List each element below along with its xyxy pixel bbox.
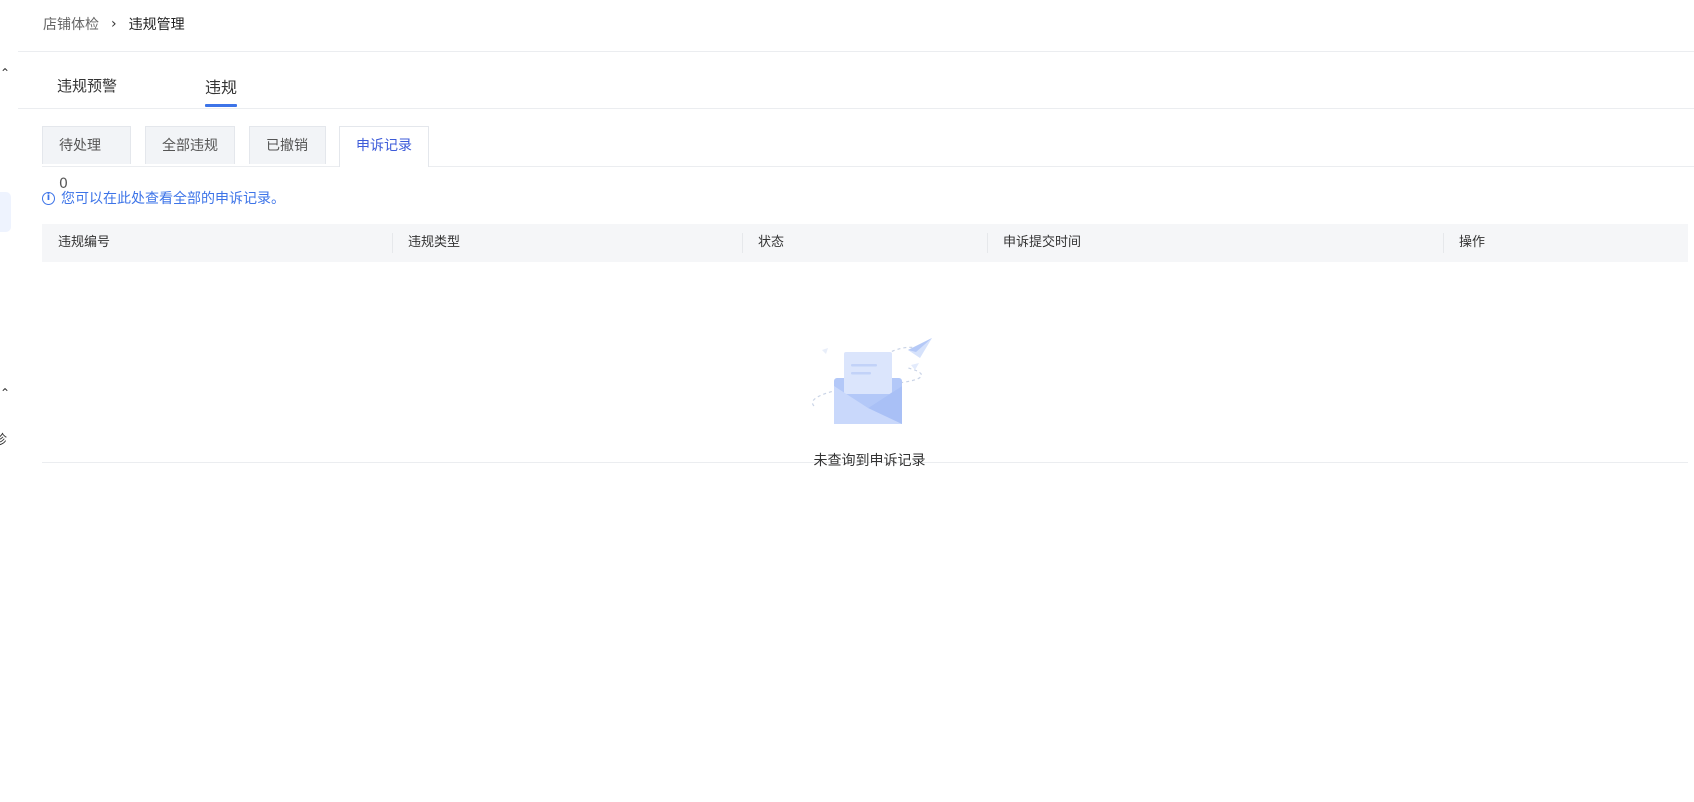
subtab-all-violations[interactable]: 全部违规 xyxy=(145,126,235,164)
tab-violation[interactable]: 违规 xyxy=(205,74,238,107)
column-header-submit-time: 申诉提交时间 xyxy=(987,224,1443,262)
main-tabs: 违规预警 违规 xyxy=(18,52,1694,109)
column-header-status: 状态 xyxy=(742,224,987,262)
column-header-violation-id: 违规编号 xyxy=(58,235,111,250)
appeal-records-table: 违规编号 违规类型 状态 申诉提交时间 操作 未查询到申诉记录 xyxy=(42,224,1688,469)
notice-text: 您可以在此处查看全部的申诉记录。 xyxy=(61,191,285,207)
empty-mail-illustration xyxy=(811,338,932,424)
breadcrumb-current: 违规管理 xyxy=(128,17,185,33)
sidebar-item-label[interactable]: 诊 xyxy=(0,429,7,448)
info-icon: i xyxy=(42,191,55,205)
column-header-violation-type: 违规类型 xyxy=(392,224,742,262)
sidebar-edge: ⌃ ⌃ 诊 xyxy=(0,0,18,802)
breadcrumb: 店铺体检 › 违规管理 xyxy=(43,14,185,34)
sub-tabs: 待处理 0 全部违规 已撤销 申诉记录 xyxy=(42,126,1694,192)
breadcrumb-parent[interactable]: 店铺体检 xyxy=(43,14,99,34)
subtab-revoked[interactable]: 已撤销 xyxy=(249,126,326,164)
tab-violation-warning[interactable]: 违规预警 xyxy=(57,75,117,96)
empty-state-text: 未查询到申诉记录 xyxy=(813,453,926,469)
subtab-pending[interactable]: 待处理 0 xyxy=(42,126,131,192)
table-body: 未查询到申诉记录 xyxy=(42,262,1688,469)
column-header-actions: 操作 xyxy=(1443,224,1688,262)
chevron-right-icon: › xyxy=(111,16,117,32)
subtab-appeal-records[interactable]: 申诉记录 xyxy=(339,126,429,167)
notice-bar: i 您可以在此处查看全部的申诉记录。 xyxy=(42,188,285,208)
sidebar-active-item[interactable] xyxy=(0,192,11,232)
empty-state: 未查询到申诉记录 xyxy=(804,328,935,470)
chevron-up-icon[interactable]: ⌃ xyxy=(0,66,10,80)
table-header: 违规编号 违规类型 状态 申诉提交时间 操作 xyxy=(42,224,1688,262)
chevron-up-icon[interactable]: ⌃ xyxy=(0,386,10,400)
